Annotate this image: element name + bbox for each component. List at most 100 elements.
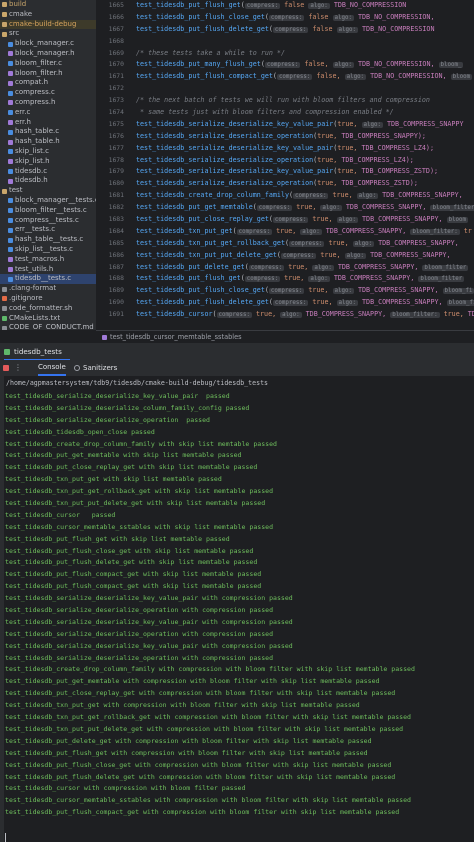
tree-item[interactable]: compress__tests.c: [0, 216, 96, 226]
code-comment: /* these tests take a while to run */: [136, 48, 285, 57]
console-caret[interactable]: [5, 833, 6, 842]
h-file-icon: [8, 266, 13, 272]
output-line: test_tidesdb_serialize_deserialize_opera…: [5, 629, 274, 638]
tree-item[interactable]: hash_table__tests.c: [0, 235, 96, 245]
argument-value: TDB_COMPRESS_LZ4);: [361, 143, 434, 152]
code-line: test_tidesdb_serialize_deserialize_opera…: [136, 131, 426, 140]
code-line: test_tidesdb_put_flush_close_get(compres…: [136, 286, 474, 295]
parameter-hint: compress:: [276, 74, 313, 81]
tree-item[interactable]: cmake-build-debug: [0, 19, 96, 30]
tree-item-label: test: [9, 186, 23, 195]
tree-item[interactable]: compat.h: [0, 78, 96, 88]
parameter-hint: algo:: [312, 264, 334, 271]
tree-item-label: block_manager.h: [15, 48, 75, 57]
tree-item-label: compress__tests.c: [15, 215, 79, 224]
tree-item[interactable]: CMakeLists.txt: [0, 314, 96, 324]
tree-item[interactable]: CODE_OF_CONDUCT.md: [0, 323, 96, 330]
more-options-icon[interactable]: ⋮: [14, 360, 22, 376]
tree-item[interactable]: block_manager.h: [0, 49, 96, 59]
tab-console[interactable]: Console: [38, 360, 66, 376]
tree-item-label: hash_table.h: [15, 137, 60, 146]
code-line: test_tidesdb_cursor(compress: true, algo…: [136, 310, 474, 319]
tree-item[interactable]: compress.h: [0, 98, 96, 108]
output-line: test_tidesdb_cursor passed: [5, 510, 116, 519]
tree-item[interactable]: hash_table.c: [0, 127, 96, 137]
tree-item[interactable]: .gitignore: [0, 294, 96, 304]
line-number: 1686: [108, 250, 124, 259]
code-line: test_tidesdb_put_flush_get(compress: fal…: [136, 1, 407, 9]
tree-item[interactable]: skip_list__tests.c: [0, 245, 96, 255]
tree-item[interactable]: tidesdb.h: [0, 176, 96, 186]
function-call: test_tidesdb_put_close_replay_get: [136, 215, 269, 224]
tree-item[interactable]: test_macros.h: [0, 255, 96, 265]
tree-item[interactable]: bloom_filter.h: [0, 69, 96, 79]
argument-value: false,: [304, 60, 329, 69]
output-line: test_tidesdb_cursor_memtable_sstables wi…: [5, 796, 411, 805]
tree-item[interactable]: hash_table.h: [0, 137, 96, 147]
stop-icon[interactable]: [3, 365, 9, 371]
console-toolbar: ⋮ Console Sanitizers: [0, 360, 474, 376]
code-area[interactable]: test_tidesdb_put_flush_get(compress: fal…: [136, 0, 474, 320]
code-line: test_tidesdb_put_delete_get(compress: tr…: [136, 262, 469, 271]
argument-value: true,: [288, 262, 309, 271]
output-line: test_tidesdb_cursor with compression wit…: [5, 784, 246, 793]
tree-item[interactable]: bloom_filter.c: [0, 59, 96, 69]
function-call: test_tidesdb_serialize_deserialize_key_v…: [136, 167, 334, 176]
output-line: test_tidesdb_put_flush_close_get with sk…: [5, 546, 254, 555]
function-call: test_tidesdb_put_flush_get: [136, 1, 241, 9]
argument-value: true,: [317, 179, 338, 188]
parameter-hint: algo:: [280, 312, 302, 319]
tree-item[interactable]: err.h: [0, 118, 96, 128]
tree-item[interactable]: skip_list.h: [0, 157, 96, 167]
line-number: 1677: [108, 143, 124, 152]
tree-item[interactable]: compress.c: [0, 88, 96, 98]
function-call: test_tidesdb_serialize_deserialize_key_v…: [136, 119, 334, 128]
tree-item[interactable]: test_utils.h: [0, 265, 96, 275]
console-gutter: [0, 376, 4, 842]
parameter-hint: compress:: [272, 300, 309, 307]
argument-value: TD: [467, 310, 474, 319]
argument-value: TDB_COMPRESS_SNAPPY,: [362, 298, 443, 307]
argument-value: TDB_COMPRESS_SNAPPY,: [357, 286, 439, 295]
code-line: test_tidesdb_put_get_memtable(compress: …: [136, 202, 474, 214]
c-file-icon: [8, 61, 13, 67]
breadcrumb[interactable]: test_tidesdb_cursor_memtable_sstables: [96, 330, 474, 342]
tree-item[interactable]: code_formatter.sh: [0, 304, 96, 314]
project-tree[interactable]: build cmake cmake-build-debug src block_mana…: [0, 0, 96, 330]
function-call: test_tidesdb_put_many_flush_get: [136, 60, 261, 69]
tree-item[interactable]: tidesdb.c: [0, 167, 96, 177]
code-editor[interactable]: 1665 1666 1667 1668 1669 1670 1671 1672 1673 1674…: [96, 0, 474, 320]
tree-item[interactable]: block_manager.c: [0, 39, 96, 49]
tree-item[interactable]: src: [0, 29, 96, 39]
code-line: test_tidesdb_put_flush_delete_get(compre…: [136, 297, 474, 309]
tree-item[interactable]: err.c: [0, 108, 96, 118]
line-number: 1676: [108, 131, 124, 140]
h-file-icon: [8, 70, 13, 76]
tree-item[interactable]: block_manager__tests.c: [0, 196, 96, 206]
tree-item[interactable]: skip_list.c: [0, 147, 96, 157]
line-number: 1668: [108, 36, 124, 45]
line-number: 1679: [108, 167, 124, 176]
tab-sanitizers[interactable]: Sanitizers: [74, 360, 117, 376]
tab-sanitizers-label: Sanitizers: [83, 364, 118, 372]
code-line: test_tidesdb_put_close_replay_get(compre…: [136, 215, 469, 224]
console-output[interactable]: /home/agpmastersystem/tdb9/tidesdb/cmake…: [0, 376, 474, 842]
output-line: test_tidesdb_put_flush_get with skip lis…: [5, 534, 230, 543]
tree-item[interactable]: bloom_filter__tests.c: [0, 206, 96, 216]
tree-item[interactable]: tidesdb__tests.c: [0, 274, 96, 285]
line-number: 1688: [108, 274, 124, 283]
tree-item-label: hash_table__tests.c: [15, 235, 84, 244]
test-output-list: test_tidesdb_serialize_deserialize_key_v…: [5, 391, 473, 819]
breadcrumb-label: test_tidesdb_cursor_memtable_sstables: [110, 333, 242, 341]
tree-item[interactable]: cmake: [0, 10, 96, 20]
tree-item[interactable]: .clang-format: [0, 284, 96, 294]
argument-value: TDB_NO_COMPRESSION: [362, 24, 435, 33]
tree-item[interactable]: err__tests.c: [0, 225, 96, 235]
line-number-gutter: 1665 1666 1667 1668 1669 1670 1671 1672 1673 1674…: [96, 0, 130, 320]
output-line: test_tidesdb_put_close_replay_get with c…: [5, 689, 396, 698]
tree-item-label: CODE_OF_CONDUCT.md: [9, 323, 94, 330]
folder-icon: [2, 31, 7, 37]
tree-item[interactable]: build: [0, 0, 96, 10]
parameter-hint: compress:: [293, 193, 329, 200]
tree-item[interactable]: test: [0, 186, 96, 196]
